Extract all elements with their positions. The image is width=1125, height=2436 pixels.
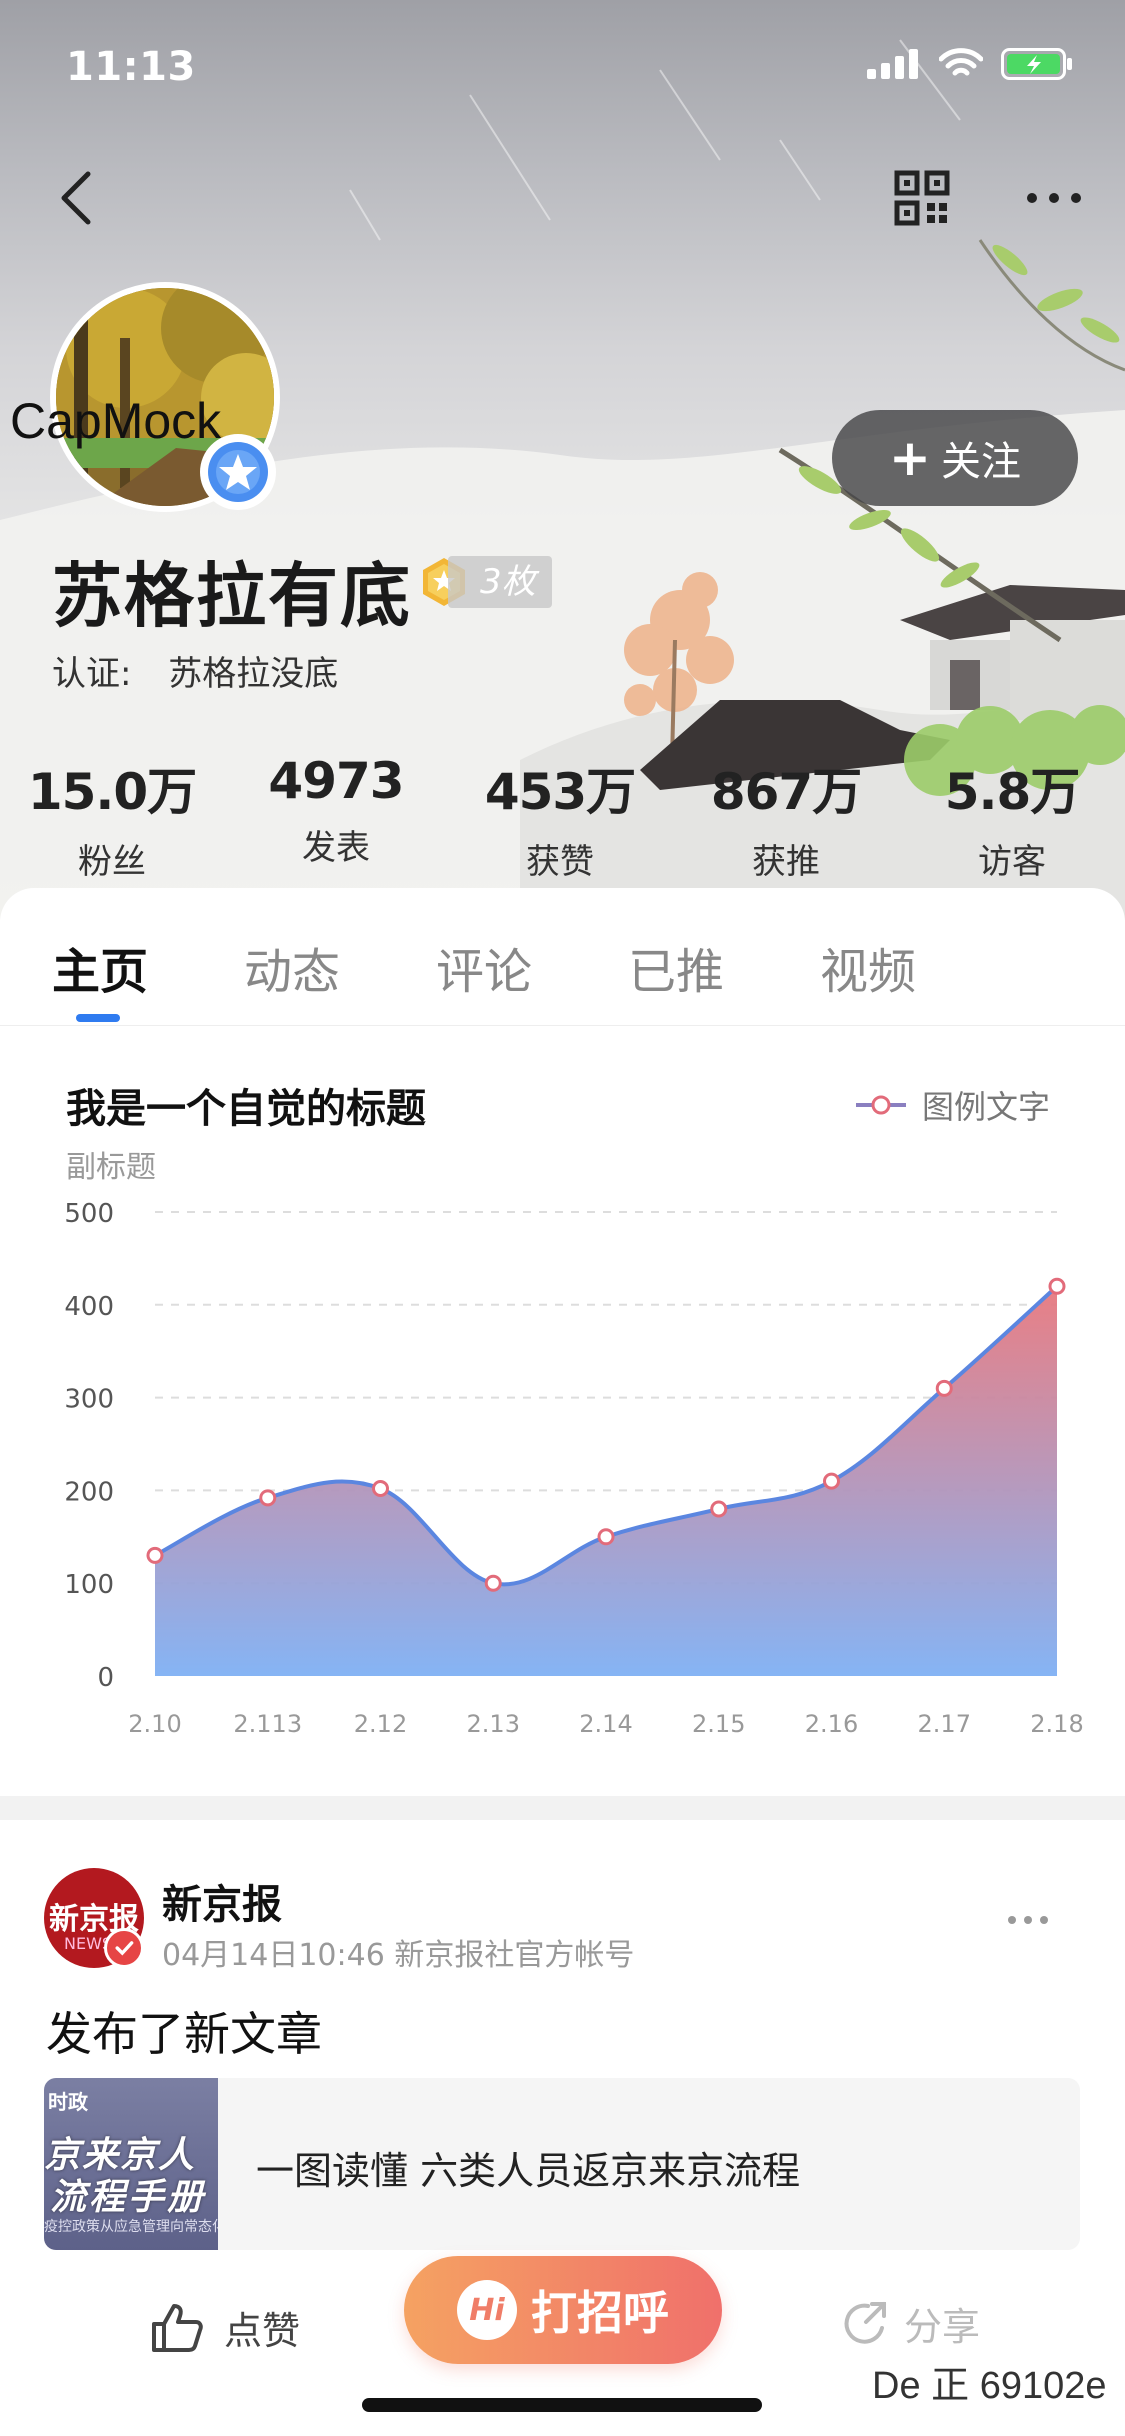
- share-icon: [844, 2301, 886, 2344]
- battery-charging-icon: [1001, 48, 1072, 80]
- share-label: 分享: [904, 2305, 981, 2349]
- tab-recommended[interactable]: 已推: [628, 932, 724, 1002]
- feed-author-name[interactable]: 新京报: [162, 1872, 282, 1930]
- chart-card: 我是一个自觉的标题 副标题 图例文字 0 100 200 300 400 500 2.10…: [0, 1026, 1125, 1796]
- x-tick-label: 2.113: [233, 1710, 302, 1738]
- official-verified-icon: [104, 1928, 144, 1968]
- share-button[interactable]: 分享: [842, 2296, 980, 2351]
- x-tick-label: 2.15: [692, 1710, 745, 1738]
- x-tick-label: 2.12: [354, 1710, 407, 1738]
- data-point-2.113[interactable]: [259, 1489, 277, 1507]
- chart-area-fill: [155, 1286, 1057, 1676]
- data-point-2.10[interactable]: [146, 1546, 164, 1564]
- x-tick-label: 2.18: [1030, 1710, 1083, 1738]
- stat-value: 5.8万: [944, 763, 1081, 821]
- greet-label: 打招呼: [531, 2286, 669, 2340]
- status-time: 11:13: [66, 44, 196, 90]
- profile-stats: 15.0万 粉丝 4973 发表 453万 获赞 867万 获推 5.8万 访客: [0, 752, 1125, 882]
- tab-home[interactable]: 主页: [52, 932, 148, 1002]
- back-arrow-icon[interactable]: [52, 168, 100, 228]
- hi-badge-icon: Hi: [457, 2280, 517, 2340]
- stat-label: 获赞: [526, 842, 594, 882]
- x-tick-label: 2.13: [467, 1710, 520, 1738]
- article-link-card[interactable]: 时政 京来京人 流程手册 疫控政策从应急管理向常态化转变 下对于各类来京人员 一…: [44, 2078, 1080, 2250]
- feed-post-text: 发布了新文章: [46, 2007, 322, 2061]
- follow-button[interactable]: + 关注: [832, 410, 1078, 506]
- x-tick-label: 2.14: [579, 1710, 632, 1738]
- thumbnail-headline-2: 流程手册: [50, 2177, 207, 2218]
- thumbnail-tag: 时政: [48, 2090, 88, 2114]
- stat-fans[interactable]: 15.0万 粉丝: [12, 752, 212, 883]
- like-button[interactable]: 点赞: [150, 2300, 300, 2355]
- feed-post-meta: 04月14日10:46 新京报社官方帐号: [162, 1938, 635, 1973]
- post-more-icon[interactable]: [1006, 1914, 1050, 1926]
- tab-activity[interactable]: 动态: [244, 932, 340, 1002]
- medal-count: 3枚: [448, 556, 552, 608]
- certification: 认证: 苏格拉没底: [52, 646, 338, 695]
- verified-badge: [200, 434, 276, 510]
- thumbnail-caption: 疫控政策从应急管理向常态化转变 下对于各类来京人员: [44, 2219, 218, 2235]
- data-point-2.18[interactable]: [1048, 1277, 1066, 1295]
- y-tick-label: 500: [64, 1199, 114, 1229]
- stat-value: 453万: [484, 763, 636, 821]
- stat-likes[interactable]: 453万 获赞: [460, 752, 660, 883]
- y-tick-label: 300: [64, 1385, 114, 1415]
- stat-label: 粉丝: [78, 842, 146, 882]
- section-divider: [0, 1796, 1125, 1820]
- stat-value: 867万: [710, 763, 862, 821]
- area-chart: 0 100 200 300 400 500 2.10 2.113 2.12 2.13 2.14 2.…: [64, 1199, 1083, 1738]
- cellular-signal-icon: [867, 49, 918, 79]
- stat-label: 访客: [978, 842, 1046, 882]
- tab-videos[interactable]: 视频: [820, 932, 916, 1002]
- data-point-2.13[interactable]: [484, 1574, 502, 1592]
- star-verified-icon: [208, 442, 268, 502]
- stat-label: 发表: [302, 828, 370, 868]
- stat-value: 4973: [268, 752, 404, 810]
- thumbs-up-icon: [152, 2303, 203, 2352]
- tab-bar: 主页 动态 评论 已推 视频: [0, 888, 1125, 1026]
- wifi-icon: [939, 48, 983, 76]
- more-options-icon[interactable]: [1024, 180, 1084, 216]
- stat-posts[interactable]: 4973 发表: [236, 752, 436, 869]
- medal-badge[interactable]: 3枚: [418, 556, 552, 608]
- watermark-text: De 正 69102e: [872, 2365, 1107, 2407]
- y-tick-label: 0: [97, 1663, 114, 1693]
- x-tick-label: 2.16: [805, 1710, 858, 1738]
- article-thumbnail: 时政 京来京人 流程手册 疫控政策从应急管理向常态化转变 下对于各类来京人员: [44, 2078, 218, 2250]
- x-tick-label: 2.17: [918, 1710, 971, 1738]
- article-title: 一图读懂 六类人员返京来京流程: [256, 2149, 801, 2193]
- greet-button[interactable]: Hi 打招呼: [404, 2256, 722, 2364]
- x-tick-label: 2.10: [128, 1710, 181, 1738]
- certification-label: 认证:: [52, 654, 132, 694]
- stat-recommends[interactable]: 867万 获推: [686, 752, 886, 883]
- data-point-2.15[interactable]: [710, 1500, 728, 1518]
- status-indicators: [867, 48, 1073, 80]
- tab-comments[interactable]: 评论: [436, 932, 532, 1002]
- data-point-2.16[interactable]: [823, 1472, 840, 1490]
- y-tick-label: 100: [64, 1570, 114, 1600]
- avatar-placeholder-label: CapMock: [10, 393, 222, 449]
- stat-visitors[interactable]: 5.8万 访客: [912, 752, 1112, 883]
- follow-label: 关注: [940, 439, 1021, 485]
- like-label: 点赞: [224, 2309, 301, 2353]
- y-tick-label: 200: [64, 1477, 114, 1507]
- stat-value: 15.0万: [27, 763, 197, 821]
- plus-icon: +: [889, 429, 931, 487]
- profile-name: 苏格拉有底: [52, 555, 412, 637]
- data-point-2.12[interactable]: [372, 1480, 389, 1498]
- certification-value: 苏格拉没底: [168, 654, 339, 694]
- data-point-2.17[interactable]: [935, 1379, 953, 1397]
- data-point-2.14[interactable]: [597, 1528, 615, 1546]
- y-tick-label: 400: [64, 1292, 114, 1322]
- stat-label: 获推: [752, 842, 820, 882]
- qr-code-icon[interactable]: [894, 170, 950, 226]
- home-indicator[interactable]: [362, 2398, 762, 2412]
- active-tab-indicator: [76, 1014, 120, 1022]
